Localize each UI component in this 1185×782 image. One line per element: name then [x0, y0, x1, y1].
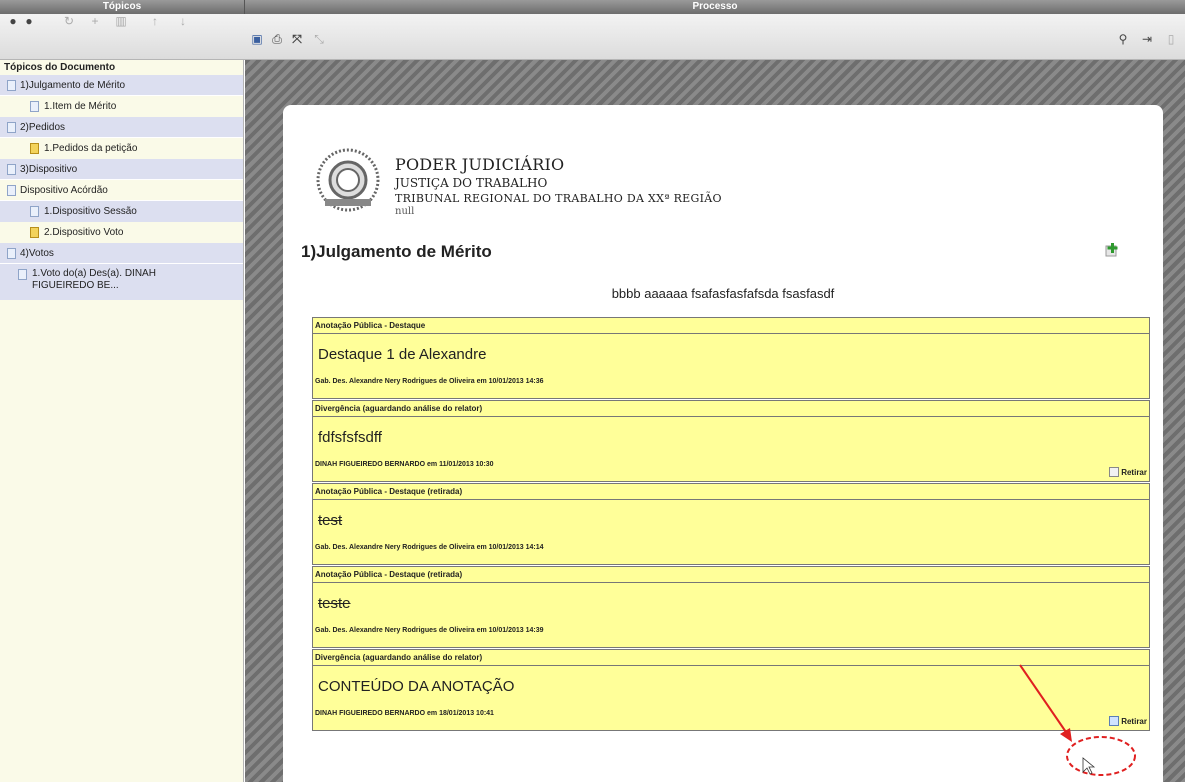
topics-sidebar: Tópicos do Documento 1)Julgamento de Mér… — [0, 60, 244, 782]
tree-node-label: 4)Votos — [20, 248, 54, 259]
annotation-footer: Gab. Des. Alexandre Nery Rodrigues de Ol… — [315, 378, 544, 385]
document-icon — [7, 122, 16, 133]
annotation-title: Anotação Pública - Destaque — [313, 318, 1149, 334]
tree-node[interactable]: 1.Pedidos da petição — [0, 138, 243, 159]
annotation: Divergência (aguardando análise do relat… — [312, 649, 1150, 731]
withdraw-label: Retirar — [1121, 467, 1147, 477]
letterhead: PODER JUDICIÁRIO JUSTIÇA DO TRABALHO TRI… — [313, 145, 813, 225]
tree-node-label: 1)Julgamento de Mérito — [20, 80, 126, 91]
tree-node[interactable]: 1.Voto do(a) Des(a). DINAH FIGUEIREDO BE… — [0, 264, 243, 300]
annotation-body: CONTEÚDO DA ANOTAÇÃO — [318, 678, 515, 695]
tree-node[interactable]: 1.Item de Mérito — [0, 96, 243, 117]
annotation: Anotação Pública - Destaque (retirada) t… — [312, 483, 1150, 565]
save-icon[interactable]: ▣ — [250, 32, 264, 46]
withdraw-checkbox[interactable] — [1109, 467, 1120, 477]
tree-node[interactable]: 4)Votos — [0, 243, 243, 264]
annotation-body: Destaque 1 de Alexandre — [318, 346, 487, 363]
arrow-up-icon[interactable]: ↑ — [148, 14, 162, 28]
annotation-footer: Gab. Des. Alexandre Nery Rodrigues de Ol… — [315, 544, 544, 551]
tree-node[interactable]: 3)Dispositivo — [0, 159, 243, 180]
annotations-list: Anotação Pública - Destaque Destaque 1 d… — [312, 317, 1150, 732]
document-icon — [7, 80, 16, 91]
tree-node-label: 3)Dispositivo — [20, 164, 78, 175]
withdraw-control[interactable]: Retirar — [1109, 467, 1147, 477]
sidebar-title: Tópicos do Documento — [0, 60, 243, 75]
annotation-body: test — [318, 512, 343, 529]
topics-header: Tópicos — [0, 0, 244, 14]
document-page: PODER JUDICIÁRIO JUSTIÇA DO TRABALHO TRI… — [283, 105, 1163, 782]
page-icon[interactable]: ▯ — [1164, 32, 1178, 46]
annotation: Divergência (aguardando análise do relat… — [312, 400, 1150, 482]
tree-node-label: 1.Dispositivo Sessão — [44, 206, 137, 217]
tree-node-label: 2.Dispositivo Voto — [44, 227, 124, 238]
document-viewer[interactable]: PODER JUDICIÁRIO JUSTIÇA DO TRABALHO TRI… — [245, 60, 1185, 782]
paragraph-text: bbbb aaaaaa fsafasfasfafsda fsasfasdf — [611, 286, 835, 301]
document-icon — [7, 185, 16, 196]
add-icon[interactable]: + — [88, 14, 102, 28]
annotation-footer: DINAH FIGUEIREDO BERNARDO em 11/01/2013 … — [315, 461, 494, 468]
section-title: 1)Julgamento de Mérito — [301, 242, 492, 261]
tree-node[interactable]: 1)Julgamento de Mérito — [0, 75, 243, 96]
trash-icon[interactable]: ▥ — [114, 14, 128, 28]
letterhead-line1: PODER JUDICIÁRIO — [395, 155, 565, 174]
annotation: Anotação Pública - Destaque (retirada) t… — [312, 566, 1150, 648]
document-icon — [7, 248, 16, 259]
tree-node-label: 2)Pedidos — [20, 122, 66, 133]
tree-node-label: 1.Voto do(a) Des(a). DINAH FIGUEIREDO BE… — [32, 268, 156, 291]
print-icon[interactable]: ⎙ — [270, 32, 284, 46]
annotation-footer: Gab. Des. Alexandre Nery Rodrigues de Ol… — [315, 627, 544, 634]
brazil-coat-of-arms-icon — [316, 148, 380, 212]
document-icon — [7, 164, 16, 175]
add-annotation-icon[interactable] — [1105, 243, 1119, 257]
document-user-icon — [30, 143, 39, 154]
process-header: Processo — [244, 0, 1185, 14]
annotation-body: fdfsfsfsdff — [318, 429, 382, 446]
annotation-title: Anotação Pública - Destaque (retirada) — [313, 567, 1149, 583]
letterhead-line2: JUSTIÇA DO TRABALHO — [395, 176, 548, 190]
tree-node-label: 1.Item de Mérito — [44, 101, 117, 112]
shrink-icon[interactable]: ⤡ — [312, 32, 326, 46]
circle-right-icon[interactable]: ● — [22, 14, 36, 28]
tree-node-label: 1.Pedidos da petição — [44, 143, 138, 154]
document-icon — [18, 269, 27, 280]
process-toolbar: ▣ ⎙ ⤧ ⤡ ⚲ ⇥ ▯ — [244, 14, 1185, 60]
annotation-footer: DINAH FIGUEIREDO BERNARDO em 18/01/2013 … — [315, 710, 494, 717]
expand-icon[interactable]: ⤧ — [290, 32, 304, 46]
tree-node[interactable]: 2)Pedidos — [0, 117, 243, 138]
annotation: Anotação Pública - Destaque Destaque 1 d… — [312, 317, 1150, 399]
withdraw-label: Retirar — [1121, 716, 1147, 726]
annotation-title: Anotação Pública - Destaque (retirada) — [313, 484, 1149, 500]
export-icon[interactable]: ⇥ — [1140, 32, 1154, 46]
withdraw-checkbox[interactable] — [1109, 716, 1120, 726]
annotation-title: Divergência (aguardando análise do relat… — [313, 650, 1149, 666]
topics-toolbar: ● ● ↻ + ▥ ↑ ↓ — [0, 14, 244, 60]
document-user-icon — [30, 227, 39, 238]
document-icon — [30, 101, 39, 112]
document-icon — [30, 206, 39, 217]
annotation-body: teste — [318, 595, 351, 612]
refresh-icon[interactable]: ↻ — [62, 14, 76, 28]
tree-node[interactable]: 1.Dispositivo Sessão — [0, 201, 243, 222]
letterhead-line4: null — [395, 206, 415, 217]
search-icon[interactable]: ⚲ — [1116, 32, 1130, 46]
annotation-title: Divergência (aguardando análise do relat… — [313, 401, 1149, 417]
withdraw-control[interactable]: Retirar — [1109, 716, 1147, 726]
arrow-down-icon[interactable]: ↓ — [176, 14, 190, 28]
tree-node[interactable]: 2.Dispositivo Voto — [0, 222, 243, 243]
letterhead-line3: TRIBUNAL REGIONAL DO TRABALHO DA XXª REG… — [395, 192, 722, 205]
tree-node-label: Dispositivo Acórdão — [20, 185, 108, 196]
tree-node[interactable]: Dispositivo Acórdão — [0, 180, 243, 201]
circle-left-icon[interactable]: ● — [6, 14, 20, 28]
